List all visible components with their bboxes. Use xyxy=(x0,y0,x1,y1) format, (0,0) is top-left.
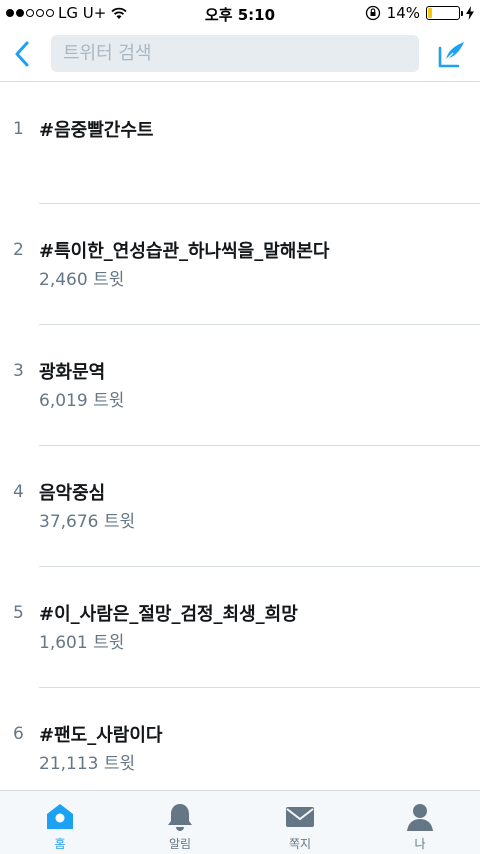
trend-name: #이_사람은_절망_검정_최생_희망 xyxy=(39,604,298,625)
tab-bar: 홈 알림 쪽지 나 xyxy=(0,790,480,854)
search-input[interactable] xyxy=(63,43,419,64)
tab-messages[interactable]: 쪽지 xyxy=(240,791,360,854)
trend-rank: 5 xyxy=(13,603,24,623)
trend-list: 1 #음중빨간수트 2 #특이한_연성습관_하나씩을_말해본다 2,460 트윗… xyxy=(0,83,480,809)
trend-item[interactable]: 4 음악중심 37,676 트윗 xyxy=(0,446,480,567)
trend-rank: 4 xyxy=(13,482,24,502)
tab-messages-label: 쪽지 xyxy=(288,837,312,851)
compose-button[interactable] xyxy=(434,36,470,72)
tab-notifications[interactable]: 알림 xyxy=(120,791,240,854)
chevron-left-icon xyxy=(15,41,29,67)
trend-name: #음중빨간수트 xyxy=(39,120,154,141)
trend-count: 1,601 트윗 xyxy=(39,633,125,653)
trend-count: 21,113 트윗 xyxy=(39,754,136,774)
trend-item[interactable]: 2 #특이한_연성습관_하나씩을_말해본다 2,460 트윗 xyxy=(0,204,480,325)
status-right: 14% xyxy=(365,4,474,22)
trend-item[interactable]: 3 광화문역 6,019 트윗 xyxy=(0,325,480,446)
status-bar: LG U+ 오후 5:10 14% xyxy=(0,0,480,28)
trend-name: 음악중심 xyxy=(39,483,106,504)
back-button[interactable] xyxy=(4,34,40,74)
tab-notifications-label: 알림 xyxy=(168,837,192,851)
envelope-icon xyxy=(284,801,316,833)
tab-me[interactable]: 나 xyxy=(360,791,480,854)
trend-name: 광화문역 xyxy=(39,362,106,383)
charging-bolt-icon xyxy=(466,6,474,20)
home-icon xyxy=(44,801,76,833)
tab-me-label: 나 xyxy=(414,837,426,851)
compose-icon xyxy=(438,42,464,68)
trend-name: #팬도_사람이다 xyxy=(39,725,163,746)
trend-name: #특이한_연성습관_하나씩을_말해본다 xyxy=(39,241,330,262)
trend-count: 6,019 트윗 xyxy=(39,391,125,411)
trend-rank: 3 xyxy=(13,361,24,381)
battery-icon xyxy=(426,6,463,20)
battery-percent: 14% xyxy=(386,4,420,22)
tab-home[interactable]: 홈 xyxy=(0,791,120,854)
search-header xyxy=(0,28,480,82)
person-icon xyxy=(404,801,436,833)
rotation-lock-icon xyxy=(365,5,380,21)
trend-count: 37,676 트윗 xyxy=(39,512,136,532)
trend-rank: 6 xyxy=(13,724,24,744)
tab-home-label: 홈 xyxy=(54,837,66,851)
search-box[interactable] xyxy=(51,35,419,72)
trend-rank: 2 xyxy=(13,240,24,260)
trend-item[interactable]: 5 #이_사람은_절망_검정_최생_희망 1,601 트윗 xyxy=(0,567,480,688)
bell-icon xyxy=(164,801,196,833)
trend-count: 2,460 트윗 xyxy=(39,270,125,290)
trend-item[interactable]: 1 #음중빨간수트 xyxy=(0,83,480,204)
trend-rank: 1 xyxy=(13,119,24,139)
